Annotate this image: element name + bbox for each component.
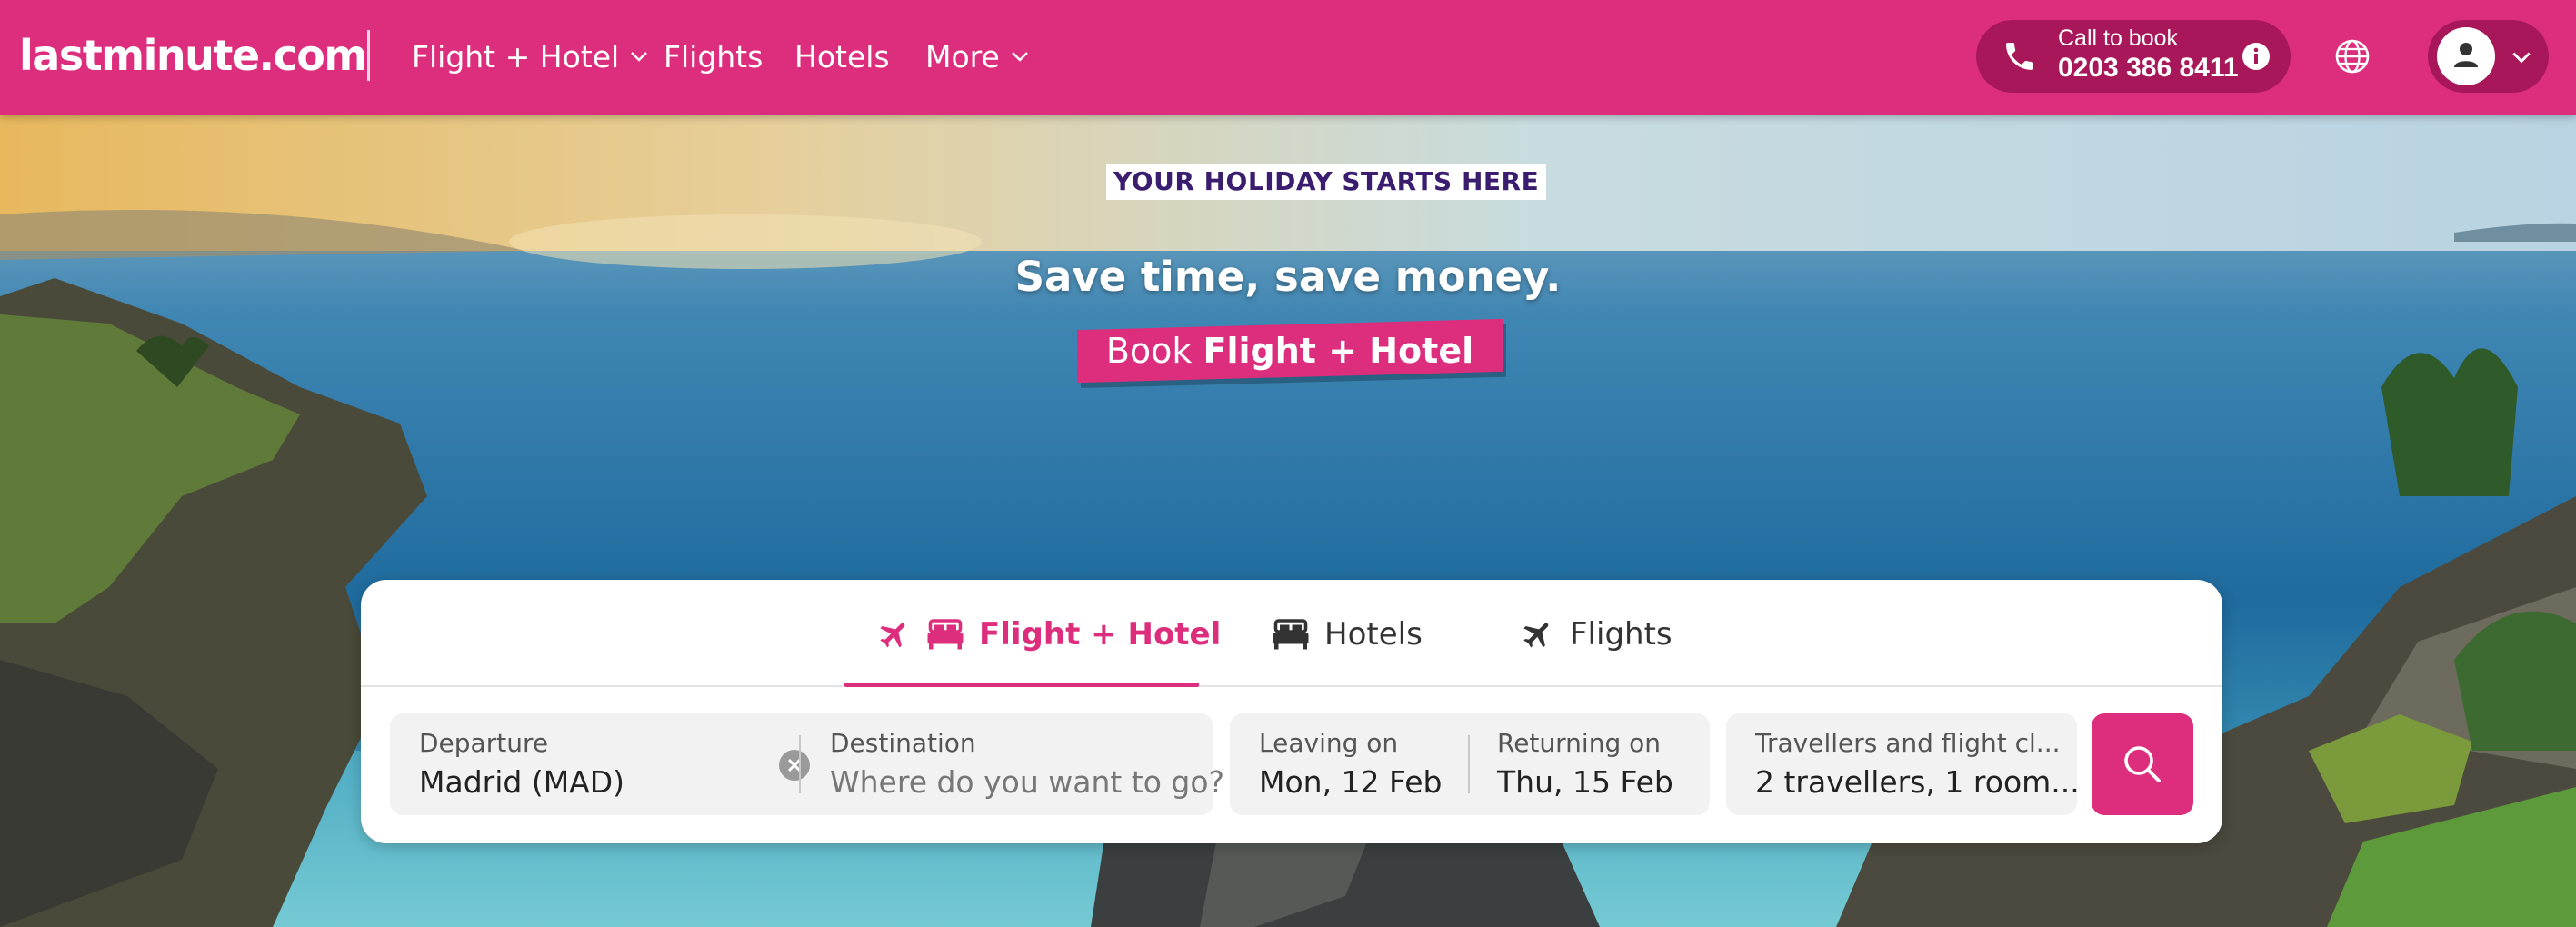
tab-flights-label: Flights <box>1570 616 1672 653</box>
route-field-group: Departure Madrid (MAD) Destination Where… <box>390 713 1224 815</box>
header-divider <box>367 30 370 81</box>
leaving-label: Leaving on <box>1259 728 1399 758</box>
banner-prefix: Book <box>1105 331 1193 371</box>
chevron-down-icon <box>2512 52 2531 64</box>
travellers-field[interactable]: Travellers and flight cl... 2 travellers… <box>1726 713 2080 815</box>
user-icon <box>2454 43 2478 67</box>
chevron-down-icon <box>631 52 648 62</box>
book-banner-text: Book Flight + Hotel <box>1077 325 1503 376</box>
banner-product: Flight + Hotel <box>1203 331 1474 371</box>
tab-flight-hotel-label: Flight + Hotel <box>979 616 1222 653</box>
departure-value: Madrid (MAD) <box>419 764 625 800</box>
dates-field-group: Leaving on Mon, 12 Feb Returning on Thu,… <box>1230 713 1710 815</box>
avatar <box>2437 27 2495 85</box>
leaving-value: Mon, 12 Feb <box>1259 764 1443 800</box>
account-menu[interactable] <box>2428 20 2549 93</box>
departure-label: Departure <box>419 728 549 758</box>
phone-icon <box>2006 43 2033 70</box>
tagline: YOUR HOLIDAY STARTS HERE <box>1106 164 1547 200</box>
bed-icon <box>927 619 964 650</box>
nav-hotels-label: Hotels <box>794 38 890 75</box>
tabs-divider <box>361 685 2222 687</box>
search-icon <box>2124 746 2161 782</box>
nav-flights[interactable]: Flights <box>664 35 763 78</box>
nav-flight-hotel-label: Flight + Hotel <box>412 38 620 75</box>
hero-headline: Save time, save money. <box>1014 253 1562 301</box>
search-card: Flight + Hotel Hotels Flights Departure … <box>361 580 2222 843</box>
destination-label: Destination <box>830 728 976 758</box>
departure-field[interactable]: Departure Madrid (MAD) <box>390 713 763 815</box>
active-tab-indicator <box>844 683 1199 687</box>
search-button[interactable] <box>2092 713 2193 815</box>
returning-label: Returning on <box>1497 728 1661 758</box>
destination-placeholder: Where do you want to go? <box>830 764 1225 800</box>
chevron-down-icon <box>1011 52 1028 62</box>
nav-hotels[interactable]: Hotels <box>794 35 890 78</box>
call-number: 0203 386 8411 <box>2058 53 2239 83</box>
tab-hotels-label: Hotels <box>1324 616 1423 653</box>
hero-section: YOUR HOLIDAY STARTS HERE Save time, save… <box>0 115 2576 927</box>
leaving-date-field[interactable]: Leaving on Mon, 12 Feb <box>1230 713 1468 815</box>
call-to-book[interactable]: Call to book 0203 386 8411 <box>1976 20 2291 93</box>
nav-more[interactable]: More <box>925 35 1031 78</box>
call-label: Call to book <box>2058 25 2179 51</box>
tab-flight-hotel[interactable]: Flight + Hotel <box>877 607 1221 662</box>
destination-field[interactable]: Destination Where do you want to go? <box>803 713 1224 815</box>
globe-icon[interactable] <box>2334 38 2371 75</box>
nav-flight-hotel[interactable]: Flight + Hotel <box>412 35 650 78</box>
route-divider <box>799 735 801 793</box>
bed-icon <box>1273 619 1309 650</box>
nav-flights-label: Flights <box>664 38 764 75</box>
plane-icon <box>1523 623 1549 648</box>
site-logo[interactable]: lastminute.com <box>19 28 367 83</box>
tab-hotels[interactable]: Hotels <box>1272 607 1423 662</box>
travellers-label: Travellers and flight cl... <box>1755 728 2061 758</box>
nav-more-label: More <box>925 38 1000 75</box>
returning-date-field[interactable]: Returning on Thu, 15 Feb <box>1470 713 1710 815</box>
plane-icon <box>880 623 905 648</box>
returning-value: Thu, 15 Feb <box>1497 764 1673 800</box>
info-icon[interactable] <box>2242 42 2271 71</box>
top-header: lastminute.com Flight + Hotel Flights Ho… <box>0 0 2576 115</box>
tab-flights[interactable]: Flights <box>1521 607 1672 662</box>
travellers-value: 2 travellers, 1 room... <box>1755 764 2080 800</box>
